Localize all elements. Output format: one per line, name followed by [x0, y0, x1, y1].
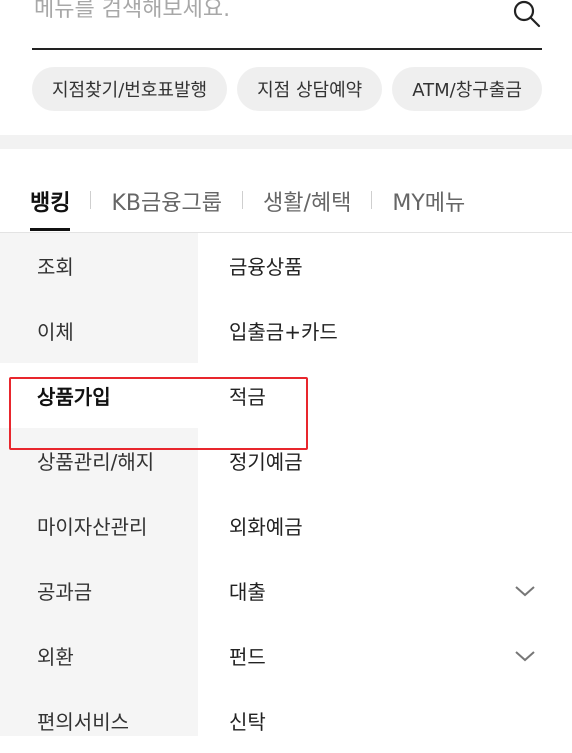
- section-divider: [0, 135, 572, 149]
- chip-branch-finder[interactable]: 지점찾기/번호표발행: [32, 67, 228, 111]
- tab-banking[interactable]: 뱅킹: [30, 185, 71, 231]
- submenu-label: 대출: [229, 580, 266, 604]
- quick-links: 지점찾기/번호표발행 지점 상담예약 ATM/창구출금: [32, 67, 542, 111]
- search-bar: [32, 0, 542, 50]
- highlight-box: [9, 377, 308, 450]
- sidebar-item-convenience[interactable]: 편의서비스: [0, 688, 198, 753]
- submenu-item-financial-products[interactable]: 금융상품: [198, 233, 572, 298]
- tab-separator: [371, 191, 373, 209]
- sidebar-item-transfer[interactable]: 이체: [0, 298, 198, 363]
- tab-separator: [241, 191, 243, 209]
- submenu-label: 입출금+카드: [229, 320, 338, 344]
- tab-my-menu[interactable]: MY메뉴: [392, 185, 465, 231]
- submenu-label: 외화예금: [229, 515, 303, 539]
- submenu-item-trust[interactable]: 신탁: [198, 688, 572, 753]
- search-icon[interactable]: [512, 0, 542, 30]
- chevron-down-icon[interactable]: [514, 584, 536, 598]
- submenu-item-deposit-card[interactable]: 입출금+카드: [198, 298, 572, 363]
- sidebar-item-utility-bills[interactable]: 공과금: [0, 558, 198, 623]
- sidebar-item-inquiry[interactable]: 조회: [0, 233, 198, 298]
- search-input[interactable]: [32, 0, 506, 30]
- submenu-label: 정기예금: [229, 450, 303, 474]
- chip-branch-consult[interactable]: 지점 상담예약: [237, 67, 383, 111]
- sidebar-item-my-assets[interactable]: 마이자산관리: [0, 493, 198, 558]
- tab-separator: [90, 191, 92, 209]
- submenu-list: 금융상품 입출금+카드 적금 정기예금 외화예금 대출 펀드 신탁: [198, 233, 572, 736]
- tab-life-benefits[interactable]: 생활/혜택: [263, 185, 351, 231]
- submenu-label: 펀드: [229, 645, 266, 669]
- chip-atm-withdraw[interactable]: ATM/창구출금: [392, 67, 542, 111]
- sidebar-item-foreign-exchange[interactable]: 외환: [0, 623, 198, 688]
- tab-kb-group[interactable]: KB금융그룹: [111, 185, 221, 231]
- menu-tabs: 뱅킹 KB금융그룹 생활/혜택 MY메뉴: [30, 185, 465, 233]
- submenu-item-foreign-deposit[interactable]: 외화예금: [198, 493, 572, 558]
- category-sidebar: 조회 이체 상품가입 상품관리/해지 마이자산관리 공과금 외환 편의서비스: [0, 233, 198, 736]
- submenu-item-fund[interactable]: 펀드: [198, 623, 572, 688]
- chevron-down-icon[interactable]: [514, 649, 536, 663]
- submenu-item-loan[interactable]: 대출: [198, 558, 572, 623]
- submenu-label: 신탁: [229, 710, 266, 734]
- submenu-label: 금융상품: [229, 255, 303, 279]
